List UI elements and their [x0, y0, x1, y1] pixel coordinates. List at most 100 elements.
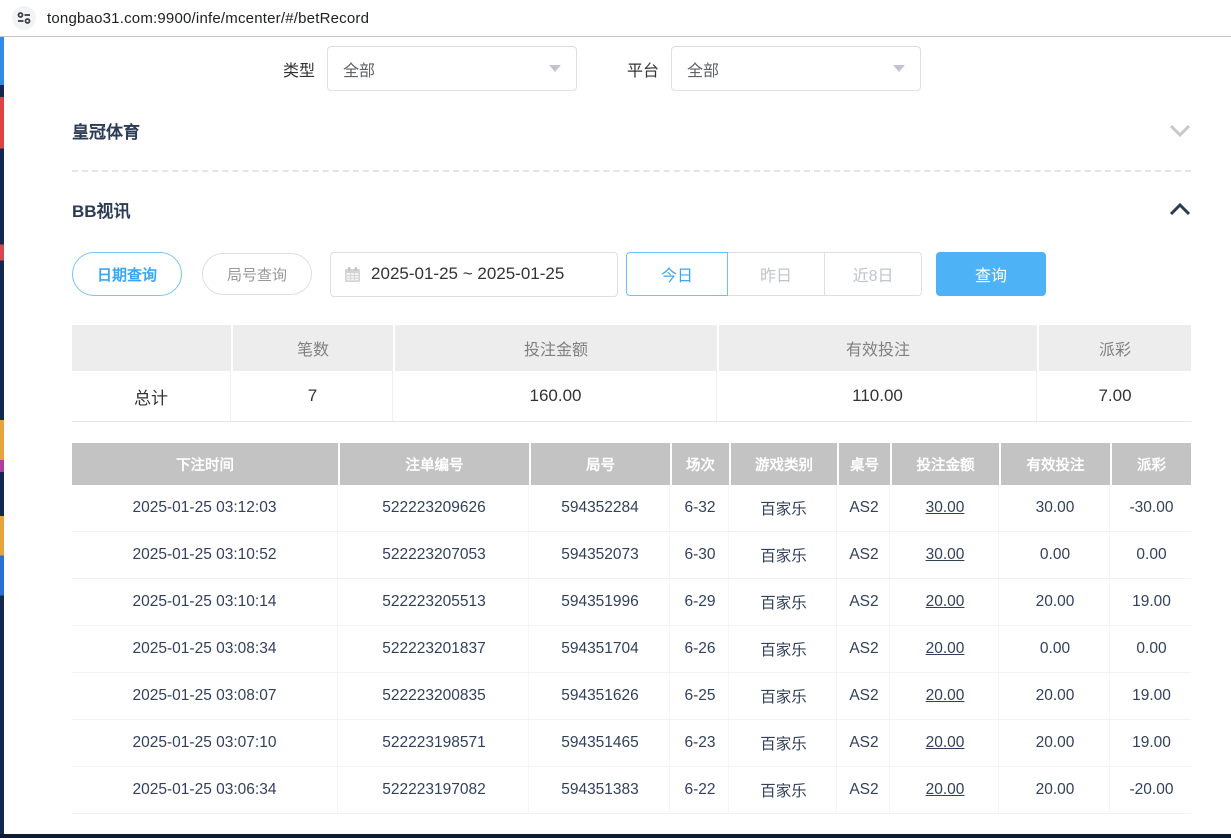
- cell-game-type: 百家乐: [731, 626, 837, 672]
- cell-session: 6-26: [672, 626, 729, 672]
- cell-valid-bet: 20.00: [1001, 720, 1110, 766]
- cell-valid-bet: 20.00: [1001, 579, 1110, 625]
- date-range-value: 2025-01-25 ~ 2025-01-25: [371, 264, 564, 284]
- date-query-button[interactable]: 日期查询: [72, 252, 182, 296]
- browser-url-bar: tongbao31.com:9900/infe/mcenter/#/betRec…: [0, 0, 1231, 37]
- cell-round-no: 594352284: [531, 485, 670, 531]
- cell-session: 6-30: [672, 532, 729, 578]
- cell-round-no: 594352073: [531, 532, 670, 578]
- cell-payout: 19.00: [1112, 720, 1191, 766]
- cell-bet-time: 2025-01-25 03:10:14: [72, 579, 338, 625]
- quick-btn-today[interactable]: 今日: [626, 252, 728, 296]
- cell-bet-time: 2025-01-25 03:10:52: [72, 532, 338, 578]
- bet-amount-link[interactable]: 20.00: [892, 579, 999, 625]
- chevron-down-icon: [893, 65, 905, 72]
- cell-payout: 0.00: [1112, 532, 1191, 578]
- section-title-bb-video: BB视讯: [72, 197, 131, 222]
- platform-select-value: 全部: [687, 57, 719, 81]
- quick-btn-yesterday[interactable]: 昨日: [727, 252, 825, 296]
- section-title-crown-sports: 皇冠体育: [72, 118, 140, 143]
- cell-bet-time: 2025-01-25 03:07:10: [72, 720, 338, 766]
- cell-bet-time: 2025-01-25 03:08:34: [72, 626, 338, 672]
- bet-amount-link[interactable]: 20.00: [892, 626, 999, 672]
- bet-amount-link[interactable]: 20.00: [892, 673, 999, 719]
- col-header-valid-bet: 有效投注: [1001, 443, 1110, 485]
- cell-order-no: 522223200835: [340, 673, 529, 719]
- cell-bet-time: 2025-01-25 03:12:03: [72, 485, 338, 531]
- type-filter-label: 类型: [283, 57, 315, 81]
- bet-amount-link[interactable]: 20.00: [892, 767, 999, 813]
- quick-date-group: 今日 昨日 近8日: [626, 252, 922, 296]
- cell-round-no: 594351626: [531, 673, 670, 719]
- cell-order-no: 522223201837: [340, 626, 529, 672]
- cell-payout: -30.00: [1112, 485, 1191, 531]
- bet-table-header: 下注时间 注单编号 局号 场次 游戏类别 桌号 投注金额 有效投注 派彩: [72, 443, 1191, 485]
- summary-count: 7: [233, 371, 393, 421]
- platform-filter-label: 平台: [627, 57, 659, 81]
- section-bb-video[interactable]: BB视讯: [72, 194, 1191, 224]
- cell-valid-bet: 20.00: [1001, 673, 1110, 719]
- cell-order-no: 522223205513: [340, 579, 529, 625]
- summary-header-payout: 派彩: [1039, 325, 1191, 371]
- url-text[interactable]: tongbao31.com:9900/infe/mcenter/#/betRec…: [47, 10, 369, 27]
- cell-session: 6-23: [672, 720, 729, 766]
- date-range-input[interactable]: 2025-01-25 ~ 2025-01-25: [330, 252, 618, 297]
- cell-order-no: 522223209626: [340, 485, 529, 531]
- col-header-order-no: 注单编号: [340, 443, 529, 485]
- table-row: 2025-01-25 03:10:14 522223205513 5943519…: [72, 579, 1191, 626]
- col-header-round-no: 局号: [531, 443, 670, 485]
- chevron-down-icon: [549, 65, 561, 72]
- cell-order-no: 522223198571: [340, 720, 529, 766]
- bet-amount-link[interactable]: 20.00: [892, 720, 999, 766]
- cell-round-no: 594351465: [531, 720, 670, 766]
- cell-table-no: AS2: [839, 720, 890, 766]
- search-button[interactable]: 查询: [936, 252, 1046, 296]
- summary-header-bet-amount: 投注金额: [395, 325, 717, 371]
- section-crown-sports[interactable]: 皇冠体育: [72, 115, 1191, 145]
- cell-round-no: 594351383: [531, 767, 670, 813]
- cell-game-type: 百家乐: [731, 673, 837, 719]
- cell-table-no: AS2: [839, 485, 890, 531]
- summary-header-valid-bet: 有效投注: [719, 325, 1037, 371]
- summary-table: 笔数 投注金额 有效投注 派彩 总计 7 160.00 110.00 7.00: [72, 325, 1191, 422]
- cell-valid-bet: 30.00: [1001, 485, 1110, 531]
- cell-valid-bet: 20.00: [1001, 767, 1110, 813]
- summary-table-header: 笔数 投注金额 有效投注 派彩: [72, 325, 1191, 371]
- cell-order-no: 522223197082: [340, 767, 529, 813]
- cell-game-type: 百家乐: [731, 485, 837, 531]
- col-header-session: 场次: [672, 443, 729, 485]
- cell-session: 6-22: [672, 767, 729, 813]
- platform-select[interactable]: 全部: [671, 46, 921, 91]
- chevron-down-icon[interactable]: [1169, 124, 1191, 137]
- cell-session: 6-25: [672, 673, 729, 719]
- cell-game-type: 百家乐: [731, 532, 837, 578]
- cell-table-no: AS2: [839, 767, 890, 813]
- background-window-bottom-edge: [0, 834, 1231, 838]
- round-query-button[interactable]: 局号查询: [202, 253, 312, 295]
- table-row: 2025-01-25 03:10:52 522223207053 5943520…: [72, 532, 1191, 579]
- cell-game-type: 百家乐: [731, 767, 837, 813]
- bet-amount-link[interactable]: 30.00: [892, 532, 999, 578]
- background-window-edge: [0, 37, 4, 835]
- cell-payout: -20.00: [1112, 767, 1191, 813]
- col-header-payout: 派彩: [1112, 443, 1191, 485]
- summary-bet-amount: 160.00: [395, 371, 717, 421]
- site-controls-icon[interactable]: [12, 6, 36, 30]
- cell-table-no: AS2: [839, 532, 890, 578]
- table-row: 2025-01-25 03:12:03 522223209626 5943522…: [72, 485, 1191, 532]
- cell-bet-time: 2025-01-25 03:08:07: [72, 673, 338, 719]
- summary-total-label: 总计: [72, 371, 231, 421]
- cell-valid-bet: 0.00: [1001, 626, 1110, 672]
- col-header-bet-amount: 投注金额: [892, 443, 999, 485]
- cell-round-no: 594351704: [531, 626, 670, 672]
- calendar-icon: [344, 266, 361, 283]
- type-select[interactable]: 全部: [327, 46, 577, 91]
- cell-table-no: AS2: [839, 579, 890, 625]
- chevron-up-icon[interactable]: [1169, 203, 1191, 216]
- quick-btn-last8days[interactable]: 近8日: [824, 252, 922, 296]
- bet-amount-link[interactable]: 30.00: [892, 485, 999, 531]
- query-toolbar: 日期查询 局号查询 2025-01-25 ~ 2025-01-25 今日 昨日 …: [72, 252, 1191, 296]
- summary-header-count: 笔数: [233, 325, 393, 371]
- cell-order-no: 522223207053: [340, 532, 529, 578]
- cell-session: 6-29: [672, 579, 729, 625]
